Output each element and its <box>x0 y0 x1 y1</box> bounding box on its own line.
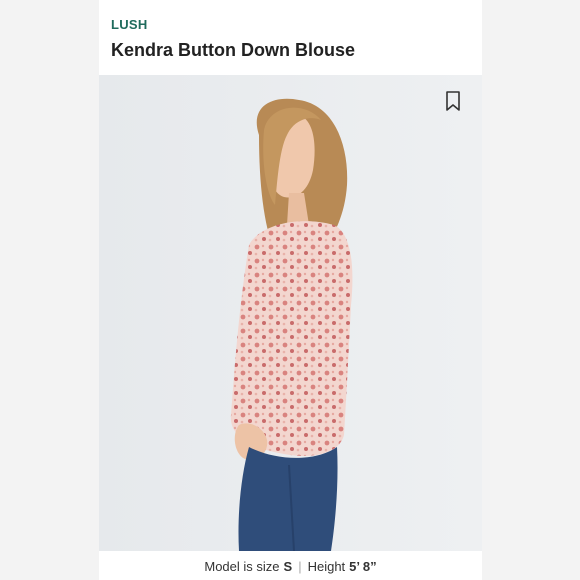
size-label: Model is size <box>204 558 280 574</box>
model-size-caption: Model is size S | Height 5’ 8” <box>99 552 482 580</box>
product-card: LUSH Kendra Button Down Blouse Model is … <box>99 0 482 580</box>
height-label: Height <box>307 558 346 574</box>
bookmark-button[interactable] <box>446 91 460 111</box>
brand-name[interactable]: LUSH <box>111 17 148 32</box>
product-photo[interactable] <box>99 75 482 551</box>
model-illustration <box>99 75 482 551</box>
size-value: S <box>283 558 293 574</box>
caption-separator: | <box>298 558 302 574</box>
product-title: Kendra Button Down Blouse <box>111 40 355 60</box>
height-value: 5’ 8” <box>349 558 377 574</box>
bookmark-icon <box>446 91 460 111</box>
